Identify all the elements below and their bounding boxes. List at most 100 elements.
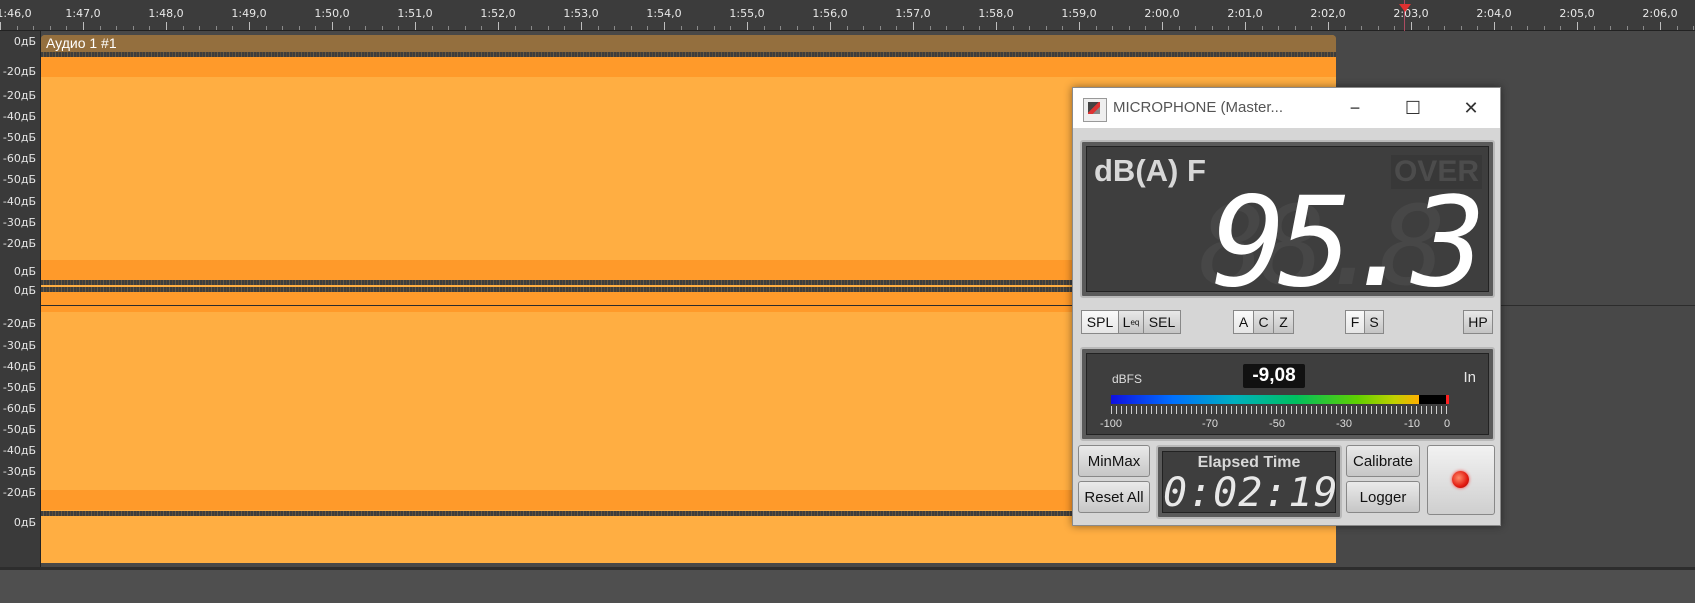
ruler-minor-tick — [630, 26, 632, 30]
calibrate-button[interactable]: Calibrate — [1346, 445, 1420, 477]
a-weighting-button[interactable]: A — [1233, 310, 1254, 334]
spl-button[interactable]: SPL — [1081, 310, 1119, 334]
ruler-tick — [166, 22, 167, 30]
sel-button[interactable]: SEL — [1143, 310, 1181, 334]
scale-label: -60дБ — [2, 152, 36, 165]
elapsed-value: 0:02:19 — [1163, 470, 1339, 516]
scale-label: -60дБ — [2, 402, 36, 415]
meter-clip-indicator — [1446, 395, 1449, 404]
ruler-minor-tick — [1029, 26, 1031, 30]
scale-label: -40дБ — [2, 444, 36, 457]
ruler-minor-tick — [597, 26, 599, 30]
ruler-minor-tick — [1693, 26, 1695, 30]
meter-scale-label: -70 — [1202, 418, 1218, 430]
scale-label: 0дБ — [13, 265, 36, 278]
hp-button[interactable]: HP — [1463, 310, 1493, 334]
ruler-minor-tick — [1294, 26, 1296, 30]
ruler-minor-tick — [813, 26, 815, 30]
fast-button[interactable]: F — [1345, 310, 1365, 334]
maximize-icon[interactable]: ☐ — [1384, 88, 1442, 128]
slow-button[interactable]: S — [1364, 310, 1384, 334]
ruler-tick — [1328, 22, 1329, 30]
scale-label: -20дБ — [2, 317, 36, 330]
ruler-tick — [1411, 22, 1412, 30]
meter-value: -9,08 — [1243, 364, 1305, 388]
ruler-minor-tick — [863, 26, 865, 30]
ruler-tick-label: 2:05,0 — [1559, 7, 1595, 20]
ruler-tick-label: 1:46,0 — [0, 7, 32, 20]
ruler-minor-tick — [215, 26, 217, 30]
ruler-minor-tick — [780, 26, 782, 30]
window-title: MICROPHONE (Master... — [1113, 99, 1284, 116]
ruler-tick — [498, 22, 499, 30]
ruler-minor-tick — [348, 26, 350, 30]
c-weighting-button[interactable]: C — [1253, 310, 1274, 334]
ruler-tick-label: 1:56,0 — [812, 7, 848, 20]
ruler-minor-tick — [879, 26, 881, 30]
leq-button[interactable]: Leq — [1118, 310, 1144, 334]
ruler-tick-label: 1:55,0 — [729, 7, 765, 20]
playhead-marker-icon[interactable] — [1399, 4, 1411, 12]
ruler-minor-tick — [1095, 26, 1097, 30]
mode-buttons: SPL Leq SEL A C Z F S HP — [1081, 310, 1493, 336]
clip-title: Аудио 1 #1 — [46, 35, 117, 51]
ruler-minor-tick — [132, 26, 134, 30]
ruler-minor-tick — [16, 26, 18, 30]
weighting-mode: dB(A) F — [1094, 153, 1206, 188]
meter-scale-label: -100 — [1099, 418, 1123, 430]
scale-label: 0дБ — [13, 284, 36, 297]
scale-label: -50дБ — [2, 381, 36, 394]
ruler-minor-tick — [680, 26, 682, 30]
scale-label: -30дБ — [2, 339, 36, 352]
ruler-minor-tick — [763, 26, 765, 30]
meter-scale-label: -10 — [1404, 418, 1420, 430]
ruler-tick-label: 1:57,0 — [895, 7, 931, 20]
clip-header[interactable] — [41, 35, 1336, 52]
ruler-minor-tick — [547, 26, 549, 30]
logger-button[interactable]: Logger — [1346, 481, 1420, 513]
ruler-minor-tick — [1460, 26, 1462, 30]
timeline-ruler[interactable]: 1:46,0 1:47,0 1:48,0 1:49,0 1:50,0 1:51,0 1:52… — [0, 0, 1695, 31]
meter-scale-label: -30 — [1336, 418, 1352, 430]
minimize-icon[interactable]: − — [1326, 88, 1384, 128]
elapsed-time-display: Elapsed Time 0:02:19 — [1156, 445, 1342, 519]
ruler-minor-tick — [232, 26, 234, 30]
ruler-minor-tick — [896, 26, 898, 30]
ruler-minor-tick — [647, 26, 649, 30]
ruler-minor-tick — [481, 26, 483, 30]
meter-bar — [1111, 395, 1449, 404]
ruler-tick-label: 1:48,0 — [148, 7, 184, 20]
meter-ticks — [1111, 406, 1449, 414]
ruler-minor-tick — [531, 26, 533, 30]
record-button[interactable] — [1427, 445, 1495, 515]
ruler-minor-tick — [1178, 26, 1180, 30]
ruler-minor-tick — [1361, 26, 1363, 30]
ruler-minor-tick — [1477, 26, 1479, 30]
reset-all-button[interactable]: Reset All — [1078, 481, 1150, 513]
leq-label: L — [1122, 314, 1131, 330]
ruler-minor-tick — [66, 26, 68, 30]
close-icon[interactable]: ✕ — [1442, 88, 1500, 128]
ruler-minor-tick — [1012, 26, 1014, 30]
meter-unit: dBFS — [1112, 372, 1143, 386]
ruler-tick — [664, 22, 665, 30]
ruler-minor-tick — [1444, 26, 1446, 30]
app-icon — [1083, 98, 1107, 122]
ruler-minor-tick — [1610, 26, 1612, 30]
ruler-minor-tick — [1112, 26, 1114, 30]
ruler-tick-label: 1:51,0 — [397, 7, 433, 20]
ruler-minor-tick — [1593, 26, 1595, 30]
meter-scale-label: -50 — [1269, 418, 1285, 430]
ruler-minor-tick — [1643, 26, 1645, 30]
window-titlebar[interactable]: MICROPHONE (Master... − ☐ ✕ — [1073, 88, 1500, 128]
minmax-button[interactable]: MinMax — [1078, 445, 1150, 477]
ruler-tick-label: 1:58,0 — [978, 7, 1014, 20]
ruler-minor-tick — [796, 26, 798, 30]
scale-label: -20дБ — [2, 486, 36, 499]
z-weighting-button[interactable]: Z — [1273, 310, 1294, 334]
scale-label: -40дБ — [2, 195, 36, 208]
ruler-minor-tick — [846, 26, 848, 30]
ruler-tick — [249, 22, 250, 30]
ruler-minor-tick — [1394, 26, 1396, 30]
sound-level-meter-window[interactable]: MICROPHONE (Master... − ☐ ✕ dB(A) F OVER… — [1072, 87, 1501, 526]
